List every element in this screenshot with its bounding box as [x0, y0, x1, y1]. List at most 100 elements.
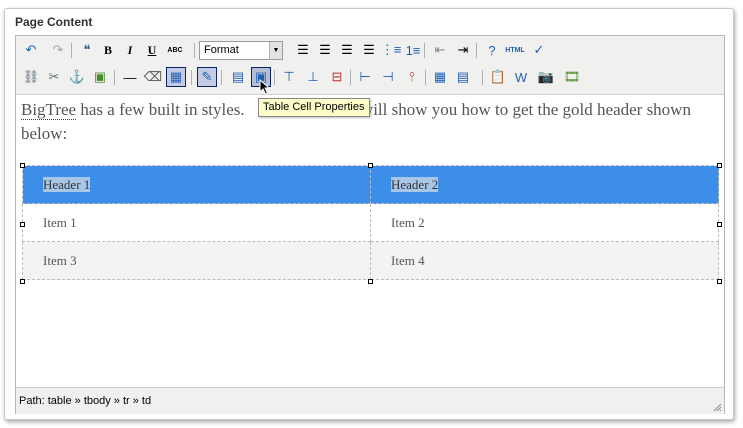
align-justify-icon: ☰ [363, 42, 375, 57]
indent-icon: ⇥ [457, 42, 469, 57]
paste-word-button[interactable]: W [511, 67, 531, 87]
tooltip: Table Cell Properties [258, 98, 370, 117]
delete-col-icon: ⫯ [409, 69, 415, 84]
resize-handle[interactable] [717, 163, 722, 168]
rich-text-editor: Format ▼ ↶ ↷ ❝ B I U ABC ☰ ☰ ☰ ☰ ⋮≡ 1≡ ⇤ ⇥? HTML ✓ ⛓ ✂ ⚓ ▣ —… [15, 35, 725, 414]
insert-row-before-button[interactable]: ⊤ [279, 67, 299, 87]
remove-format-button[interactable]: ⌫ [143, 67, 163, 87]
split-cells-button[interactable]: ▦ [430, 67, 450, 87]
toolbar-separator [476, 43, 477, 58]
camera-button[interactable]: 📷 [536, 67, 556, 87]
italic-button[interactable]: I [120, 40, 140, 60]
toolbar-row-1: Format ▼ ↶ ↷ ❝ B I U ABC ☰ ☰ ☰ ☰ ⋮≡ 1≡ ⇤ ⇥? HTML ✓ [16, 39, 724, 63]
toolbar-row-2: ⛓ ✂ ⚓ ▣ — ⌫ ▦ ✎ ▤ ▣ ⊤ ⊥ ⊟ ⊢ ⊣ ⫯ ▦ ▤ 📋 W 📷 🎞 [16, 66, 724, 90]
align-justify-button[interactable]: ☰ [359, 40, 379, 60]
spellcheck-button[interactable]: ✓ [529, 40, 549, 60]
resize-grip-icon[interactable] [712, 402, 722, 412]
horizontal-rule-icon: — [123, 69, 137, 85]
editor-toolbar: Format ▼ ↶ ↷ ❝ B I U ABC ☰ ☰ ☰ ☰ ⋮≡ 1≡ ⇤ ⇥? HTML ✓ ⛓ ✂ ⚓ ▣ —… [16, 36, 724, 95]
toolbar-separator [350, 70, 351, 85]
resize-handle[interactable] [717, 222, 722, 227]
camera-icon: 📷 [537, 69, 555, 84]
resize-handle[interactable] [368, 279, 373, 284]
intro-text-a: has a few built in styles. [76, 100, 249, 119]
page-content-panel: Page Content Format ▼ ↶ ↷ ❝ B I U ABC ☰ ☰ ☰ ☰ ⋮≡ 1≡ ⇤… [4, 8, 734, 420]
resize-handle[interactable] [20, 163, 25, 168]
table-button[interactable]: ▦ [166, 67, 186, 87]
resize-handle[interactable] [368, 163, 373, 168]
outdent-icon: ⇤ [434, 42, 446, 57]
align-left-button[interactable]: ☰ [293, 40, 313, 60]
horizontal-rule-button[interactable]: — [120, 67, 140, 87]
table-cell[interactable]: Item 1 [22, 203, 371, 242]
spellcheck-icon: ✓ [533, 42, 545, 57]
bold-button[interactable]: B [98, 40, 118, 60]
blockquote-icon: ❝ [83, 42, 91, 57]
bullet-list-button[interactable]: ⋮≡ [380, 40, 402, 60]
numbered-list-button[interactable]: 1≡ [403, 40, 423, 60]
paste-text-icon: 📋 [489, 69, 507, 84]
table-row-properties-button[interactable]: ✎ [197, 67, 217, 87]
content-table[interactable]: Header 1 Header 2 Item 1 Item 2 Item 3 I… [22, 165, 719, 280]
toolbar-separator [71, 43, 72, 58]
insert-col-before-button[interactable]: ⊢ [355, 67, 375, 87]
underline-icon: U [147, 42, 157, 57]
table-cell[interactable]: Header 1 [22, 165, 371, 204]
blockquote-button[interactable]: ❝ [77, 40, 97, 60]
insert-row-before-icon: ⊤ [283, 69, 295, 84]
insert-col-after-button[interactable]: ⊣ [378, 67, 398, 87]
bullet-list-icon: ⋮≡ [380, 42, 402, 57]
redo-button[interactable]: ↷ [48, 40, 68, 60]
table-cell[interactable]: Header 2 [370, 165, 719, 204]
image-icon: ▣ [93, 69, 107, 84]
html-source-button[interactable]: HTML [505, 40, 525, 60]
toolbar-separator [482, 70, 483, 85]
format-select-value: Format [204, 44, 239, 56]
indent-button[interactable]: ⇥ [453, 40, 473, 60]
strikethrough-button[interactable]: ABC [165, 40, 185, 60]
help-button[interactable]: ? [482, 40, 502, 60]
unlink-button[interactable]: ✂ [44, 67, 64, 87]
format-select[interactable]: Format ▼ [199, 41, 283, 60]
undo-button[interactable]: ↶ [21, 40, 41, 60]
table-cell[interactable]: Item 4 [370, 241, 719, 280]
video-button[interactable]: 🎞 [562, 67, 582, 87]
resize-handle[interactable] [20, 279, 25, 284]
strikethrough-icon: ABC [167, 46, 183, 54]
anchor-icon: ⚓ [68, 69, 86, 84]
align-center-button[interactable]: ☰ [315, 40, 335, 60]
table-icon: ▦ [169, 69, 183, 84]
image-button[interactable]: ▣ [90, 67, 110, 87]
underline-button[interactable]: U [142, 40, 162, 60]
table-props-button[interactable]: ▤ [228, 67, 248, 87]
table-row[interactable]: Item 3 Item 4 [22, 241, 719, 280]
paste-text-button[interactable]: 📋 [488, 67, 508, 87]
italic-icon: I [127, 42, 133, 57]
undo-icon: ↶ [25, 42, 37, 57]
resize-handle[interactable] [20, 222, 25, 227]
resize-handle[interactable] [717, 279, 722, 284]
table-row[interactable]: Item 1 Item 2 [22, 203, 719, 242]
table-cell[interactable]: Item 2 [370, 203, 719, 242]
header-2: Header 2 [391, 176, 439, 192]
unlink-icon: ✂ [48, 69, 60, 84]
align-right-button[interactable]: ☰ [337, 40, 357, 60]
link-button[interactable]: ⛓ [21, 67, 41, 87]
table-header-row[interactable]: Header 1 Header 2 [22, 165, 719, 204]
merge-cells-button[interactable]: ▤ [453, 67, 473, 87]
paste-word-icon: W [514, 69, 528, 85]
delete-col-button[interactable]: ⫯ [402, 67, 422, 87]
outdent-button[interactable]: ⇤ [430, 40, 450, 60]
delete-row-button[interactable]: ⊟ [327, 67, 347, 87]
insert-row-after-button[interactable]: ⊥ [303, 67, 323, 87]
table-cell[interactable]: Item 3 [22, 241, 371, 280]
toolbar-separator [221, 70, 222, 85]
editor-content[interactable]: BigTree has a few built in styles. will … [16, 95, 724, 387]
insert-row-after-icon: ⊥ [307, 69, 319, 84]
remove-format-icon: ⌫ [143, 69, 163, 84]
anchor-button[interactable]: ⚓ [67, 67, 87, 87]
split-cells-icon: ▦ [433, 69, 447, 84]
delete-row-icon: ⊟ [331, 69, 343, 84]
panel-title: Page Content [15, 15, 93, 29]
element-path[interactable]: Path: table » tbody » tr » td [19, 395, 151, 407]
